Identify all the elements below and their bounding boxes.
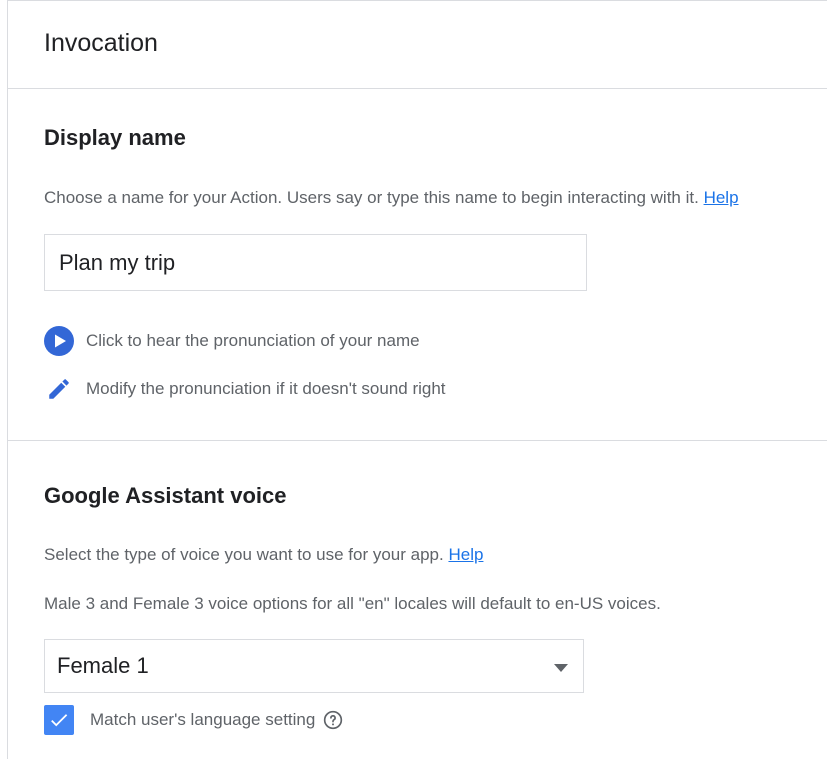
checkmark-icon <box>51 714 68 727</box>
panel-header: Invocation <box>8 1 827 89</box>
display-name-help-link[interactable]: Help <box>704 188 739 207</box>
voice-locale-note: Male 3 and Female 3 voice options for al… <box>44 594 661 613</box>
page-title: Invocation <box>44 29 158 57</box>
assistant-voice-heading: Google Assistant voice <box>44 483 287 508</box>
invocation-panel: Invocation Display name Choose a name fo… <box>7 0 827 759</box>
display-name-description: Choose a name for your Action. Users say… <box>44 188 739 208</box>
question-circle-icon[interactable] <box>323 710 343 730</box>
display-name-input-value: Plan my trip <box>59 249 176 275</box>
assistant-voice-description: Select the type of voice you want to use… <box>44 545 483 565</box>
display-name-section: Display name Choose a name for your Acti… <box>8 89 827 441</box>
voice-select-value: Female 1 <box>57 653 149 678</box>
voice-select[interactable]: Female 1 <box>44 639 584 693</box>
hear-pronunciation-row[interactable]: Click to hear the pronunciation of your … <box>44 326 420 356</box>
assistant-voice-help-link[interactable]: Help <box>448 545 483 564</box>
modify-pronunciation-label: Modify the pronunciation if it doesn't s… <box>86 379 446 398</box>
match-language-checkbox[interactable] <box>44 705 74 735</box>
display-name-description-text: Choose a name for your Action. Users say… <box>44 188 699 207</box>
assistant-voice-section: Google Assistant voice Select the type o… <box>8 441 827 759</box>
pencil-icon[interactable] <box>44 374 74 404</box>
hear-pronunciation-label: Click to hear the pronunciation of your … <box>86 331 420 350</box>
assistant-voice-description-text: Select the type of voice you want to use… <box>44 545 444 564</box>
dropdown-arrow-icon <box>553 653 569 679</box>
display-name-input[interactable]: Plan my trip <box>44 234 587 291</box>
play-circle-icon[interactable] <box>44 326 74 356</box>
modify-pronunciation-row[interactable]: Modify the pronunciation if it doesn't s… <box>44 374 446 404</box>
match-language-row: Match user's language setting <box>44 705 343 735</box>
display-name-heading: Display name <box>44 125 186 150</box>
match-language-label: Match user's language setting <box>90 710 316 729</box>
